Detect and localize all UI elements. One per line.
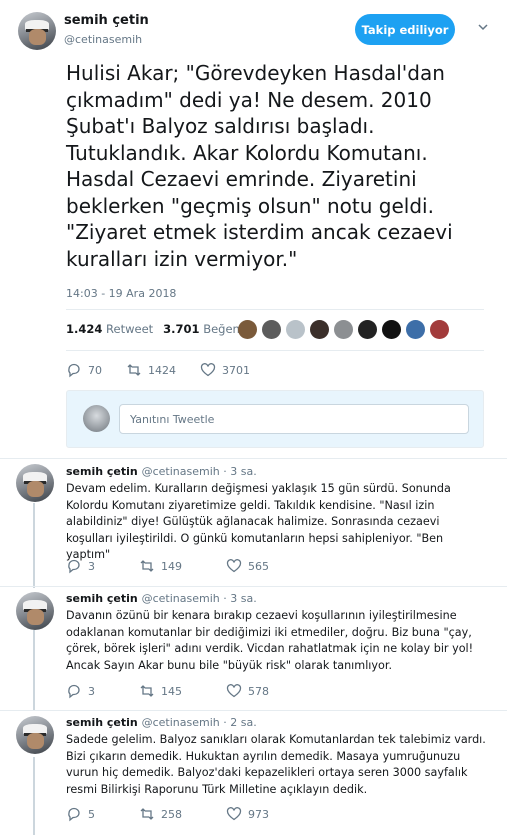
reply-avatar[interactable] [16, 464, 54, 502]
chevron-down-icon[interactable] [478, 22, 488, 32]
retweet-icon [127, 364, 141, 376]
heart-icon [226, 807, 242, 821]
retweet-icon [140, 560, 154, 572]
reply-author[interactable]: semih çetin @cetinasemih · 2 sa. [66, 716, 257, 729]
liker-avatar[interactable] [238, 320, 257, 339]
reply-action[interactable]: 70 [66, 362, 102, 378]
reply-text: Sadede gelelim. Balyoz sanıkları olarak … [66, 733, 486, 796]
thread-line [33, 503, 35, 588]
retweet-action[interactable]: 258 [139, 806, 182, 822]
author-name[interactable]: semih çetin [64, 13, 149, 28]
reply-composer: Yanıtını Tweetle [66, 390, 484, 448]
reply-action[interactable]: 3 [66, 558, 95, 574]
like-action[interactable]: 973 [226, 806, 269, 822]
liker-avatar[interactable] [262, 320, 281, 339]
avatar[interactable] [18, 12, 56, 50]
engagement-stats: 1.424 Retweet 3.701 Beğeni [66, 322, 243, 336]
author-handle[interactable]: @cetinasemih [64, 33, 142, 46]
liker-avatar[interactable] [406, 320, 425, 339]
divider [0, 458, 507, 459]
retweet-icon [140, 685, 154, 697]
liker-avatar[interactable] [286, 320, 305, 339]
reply-actions: 3 149 565 [66, 558, 269, 574]
like-action[interactable]: 578 [226, 683, 269, 699]
heart-icon [200, 363, 216, 377]
reply-action[interactable]: 3 [66, 683, 95, 699]
retweet-action[interactable]: 145 [139, 683, 182, 699]
liker-avatar[interactable] [382, 320, 401, 339]
divider [66, 309, 484, 310]
reply-icon [68, 807, 80, 822]
thread-line [33, 630, 35, 710]
likers-avatars [238, 320, 449, 339]
reply-text: Devam edelim. Kuralların değişmesi yakla… [66, 482, 451, 561]
liker-avatar[interactable] [430, 320, 449, 339]
divider [0, 586, 507, 587]
reply-author[interactable]: semih çetin @cetinasemih · 3 sa. [66, 592, 257, 605]
reply-avatar[interactable] [16, 592, 54, 630]
tweet-actions: 70 1424 3701 [66, 362, 250, 378]
retweet-action[interactable]: 149 [139, 558, 182, 574]
divider [0, 710, 507, 711]
divider [66, 350, 484, 351]
reply-avatar[interactable] [16, 716, 54, 754]
user-avatar [83, 405, 110, 432]
liker-avatar[interactable] [358, 320, 377, 339]
tweet-timestamp[interactable]: 14:03 - 19 Ara 2018 [66, 287, 176, 300]
retweet-action[interactable]: 1424 [126, 362, 176, 378]
retweet-stat[interactable]: 1.424 Retweet [66, 322, 153, 336]
liker-avatar[interactable] [310, 320, 329, 339]
heart-icon [226, 684, 242, 698]
reply-actions: 5 258 973 [66, 806, 269, 822]
heart-icon [226, 559, 242, 573]
thread-line [33, 757, 35, 835]
like-action[interactable]: 565 [226, 558, 269, 574]
retweet-icon [140, 808, 154, 820]
reply-icon [68, 363, 80, 378]
reply-actions: 3 145 578 [66, 683, 269, 699]
reply-text: Davanın özünü bir kenara bırakıp cezaevi… [66, 609, 474, 672]
like-action[interactable]: 3701 [200, 362, 250, 378]
reply-action[interactable]: 5 [66, 806, 95, 822]
liker-avatar[interactable] [334, 320, 353, 339]
reply-input[interactable]: Yanıtını Tweetle [119, 404, 469, 434]
tweet-text: Hulisi Akar; "Görevdeyken Hasdal'dan çık… [66, 61, 453, 271]
like-stat[interactable]: 3.701 Beğeni [163, 322, 243, 336]
reply-icon [68, 559, 80, 574]
reply-icon [68, 684, 80, 699]
following-button[interactable]: Takip ediliyor [355, 14, 455, 45]
reply-author[interactable]: semih çetin @cetinasemih · 3 sa. [66, 465, 257, 478]
